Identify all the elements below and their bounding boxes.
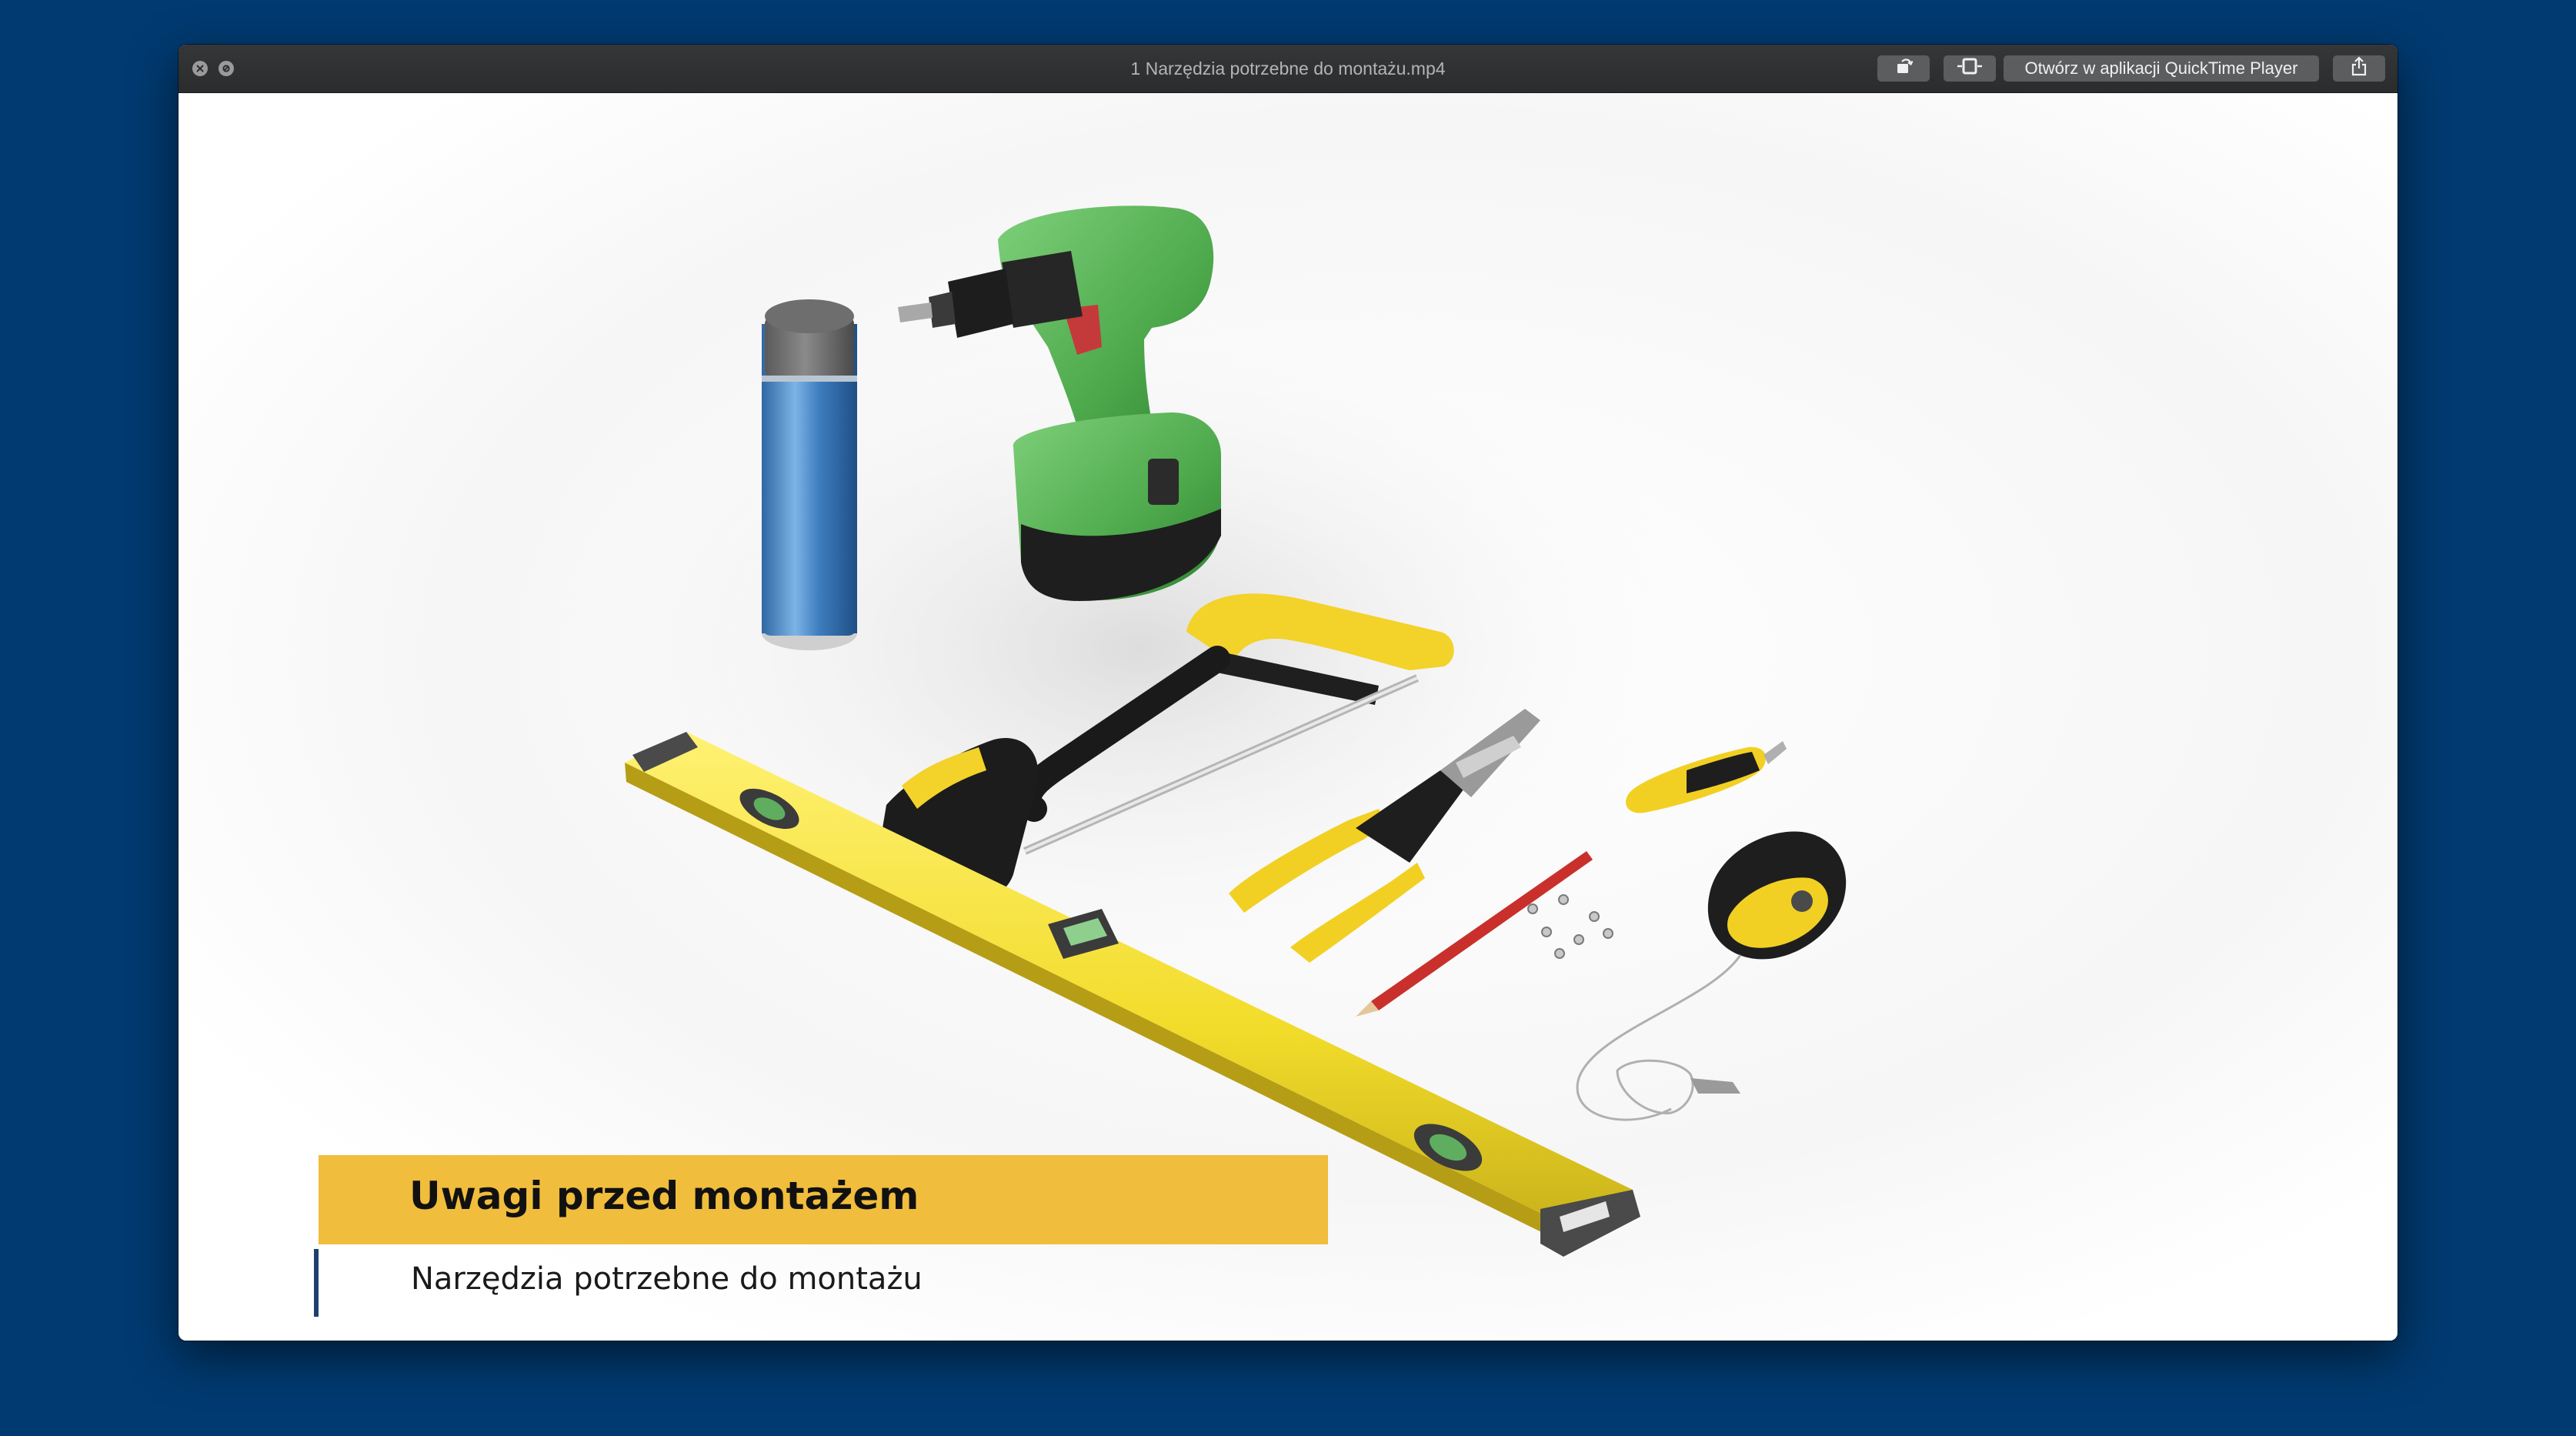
minimize-button[interactable] [219,61,234,76]
tools-illustration [509,205,1847,1257]
share-button[interactable] [2333,55,2385,82]
title-bar[interactable]: 1 Narzędzia potrzebne do montażu.mp4 Otw… [179,45,2397,93]
spray-can-body [762,382,857,636]
rotate-icon [1893,57,1914,80]
trim-button[interactable] [1944,55,1996,82]
close-icon [196,65,204,72]
video-frame[interactable]: Uwagi przed montażem Narzędzia potrzebne… [179,93,2397,1341]
share-icon [2351,56,2367,81]
trim-icon [1954,57,1985,80]
close-button[interactable] [192,61,208,76]
rotate-button[interactable] [1877,55,1930,82]
minimize-icon [222,64,231,73]
open-in-quicktime-button[interactable]: Otwórz w aplikacji QuickTime Player [2004,55,2319,82]
lower-third-subtitle: Narzędzia potrzebne do montażu [411,1261,923,1297]
lower-third-accent [314,1249,319,1317]
quicktime-window: 1 Narzędzia potrzebne do montażu.mp4 Otw… [179,45,2397,1341]
lower-third-title: Uwagi przed montażem [409,1174,919,1218]
